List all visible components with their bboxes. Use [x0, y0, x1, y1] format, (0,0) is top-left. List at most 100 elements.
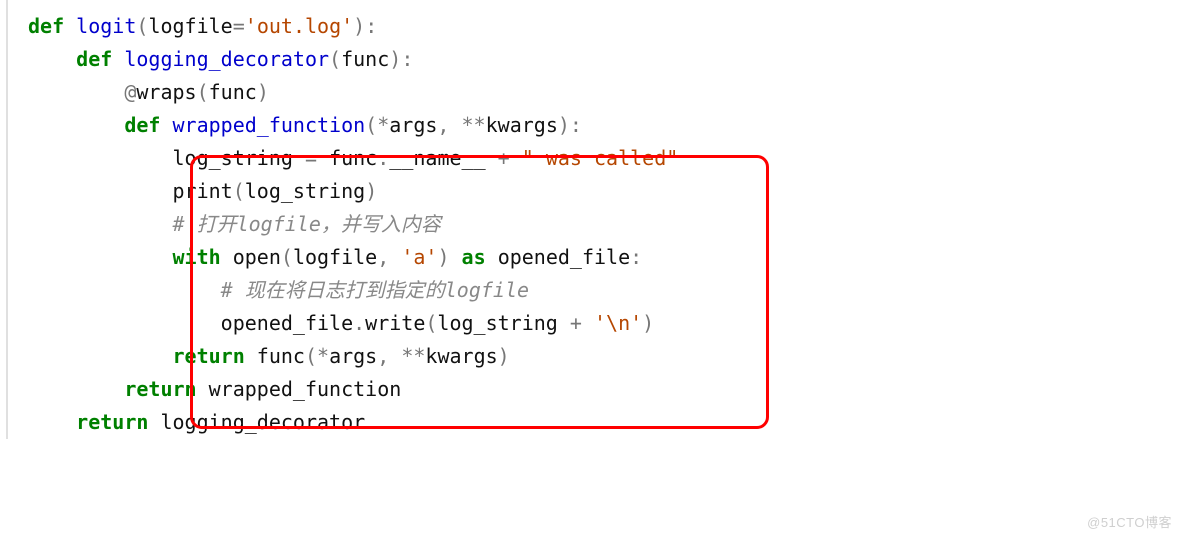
code-line: with open(logfile, 'a') as opened_file:: [0, 241, 1184, 274]
arg: log_string: [437, 311, 557, 335]
ws: [28, 410, 76, 434]
ws: [486, 146, 498, 170]
comma: ,: [377, 245, 389, 269]
arg: args: [329, 344, 377, 368]
call: open: [233, 245, 281, 269]
func-name: logging_decorator: [124, 47, 329, 71]
comma: ,: [437, 113, 449, 137]
ws: [221, 245, 233, 269]
paren-close: ): [257, 80, 269, 104]
comment-hash: #: [221, 278, 245, 302]
keyword: def: [124, 113, 160, 137]
call: print: [173, 179, 233, 203]
ws: [245, 344, 257, 368]
code-block: def logit(logfile='out.log'): def loggin…: [0, 0, 1184, 439]
ws: [148, 410, 160, 434]
code-line: opened_file.write(log_string + '\n'): [0, 307, 1184, 340]
code-line: def logit(logfile='out.log'):: [0, 10, 1184, 43]
colon: :: [401, 47, 413, 71]
ws: [28, 311, 221, 335]
identifier: wrapped_function: [209, 377, 402, 401]
paren-close: ): [437, 245, 449, 269]
code-line: log_string = func.__name__ + " was calle…: [0, 142, 1184, 175]
ws: [450, 245, 462, 269]
param: kwargs: [486, 113, 558, 137]
keyword: return: [124, 377, 196, 401]
object: func: [329, 146, 377, 170]
code-line: def logging_decorator(func):: [0, 43, 1184, 76]
colon: :: [570, 113, 582, 137]
ws: [510, 146, 522, 170]
equals: =: [305, 146, 317, 170]
ws: [558, 311, 570, 335]
plus: +: [570, 311, 582, 335]
method: write: [365, 311, 425, 335]
code-line: def wrapped_function(*args, **kwargs):: [0, 109, 1184, 142]
paren-close: ): [365, 179, 377, 203]
ws: [112, 47, 124, 71]
code-line: return func(*args, **kwargs): [0, 340, 1184, 373]
ws: [28, 377, 124, 401]
keyword: def: [76, 47, 112, 71]
dstar: **: [401, 344, 425, 368]
dstar: **: [462, 113, 486, 137]
comment-text: 打开logfile，并写入内容: [197, 212, 441, 236]
ws: [28, 245, 173, 269]
ws: [389, 344, 401, 368]
comma: ,: [377, 344, 389, 368]
variable: opened_file: [498, 245, 630, 269]
ws: [28, 278, 221, 302]
ws: [28, 212, 173, 236]
paren-open: (: [197, 80, 209, 104]
decorator-name: wraps: [136, 80, 196, 104]
keyword: as: [462, 245, 486, 269]
arg: logfile: [293, 245, 377, 269]
comment-text: 现在将日志打到指定的logfile: [245, 278, 529, 302]
keyword: return: [76, 410, 148, 434]
attribute: __name__: [389, 146, 485, 170]
func-name: wrapped_function: [173, 113, 366, 137]
string: '\n': [594, 311, 642, 335]
ws: [64, 14, 76, 38]
dot: .: [377, 146, 389, 170]
keyword: with: [173, 245, 221, 269]
ws: [28, 146, 173, 170]
paren-open: (: [425, 311, 437, 335]
ws: [28, 179, 173, 203]
variable: log_string: [173, 146, 293, 170]
paren-close: ): [498, 344, 510, 368]
dot: .: [353, 311, 365, 335]
code-line: print(log_string): [0, 175, 1184, 208]
plus: +: [498, 146, 510, 170]
watermark: @51CTO博客: [1087, 512, 1172, 533]
star: *: [377, 113, 389, 137]
code-line: return logging_decorator: [0, 406, 1184, 439]
paren-open: (: [305, 344, 317, 368]
keyword: def: [28, 14, 64, 38]
string: 'a': [401, 245, 437, 269]
ws: [28, 47, 76, 71]
paren-close: ): [353, 14, 365, 38]
ws: [293, 146, 305, 170]
gutter-rule: [6, 0, 8, 439]
ws: [28, 80, 124, 104]
paren-open: (: [365, 113, 377, 137]
ws: [160, 113, 172, 137]
param: func: [341, 47, 389, 71]
keyword: return: [173, 344, 245, 368]
arg: log_string: [245, 179, 365, 203]
param: logfile: [148, 14, 232, 38]
identifier: logging_decorator: [160, 410, 365, 434]
paren-open: (: [136, 14, 148, 38]
at-sign: @: [124, 80, 136, 104]
code-line: return wrapped_function: [0, 373, 1184, 406]
paren-close: ): [558, 113, 570, 137]
func-name: logit: [76, 14, 136, 38]
comment-hash: #: [173, 212, 197, 236]
colon: :: [365, 14, 377, 38]
ws: [486, 245, 498, 269]
string: " was called": [522, 146, 679, 170]
code-line: # 打开logfile，并写入内容: [0, 208, 1184, 241]
colon: :: [630, 245, 642, 269]
paren-open: (: [281, 245, 293, 269]
